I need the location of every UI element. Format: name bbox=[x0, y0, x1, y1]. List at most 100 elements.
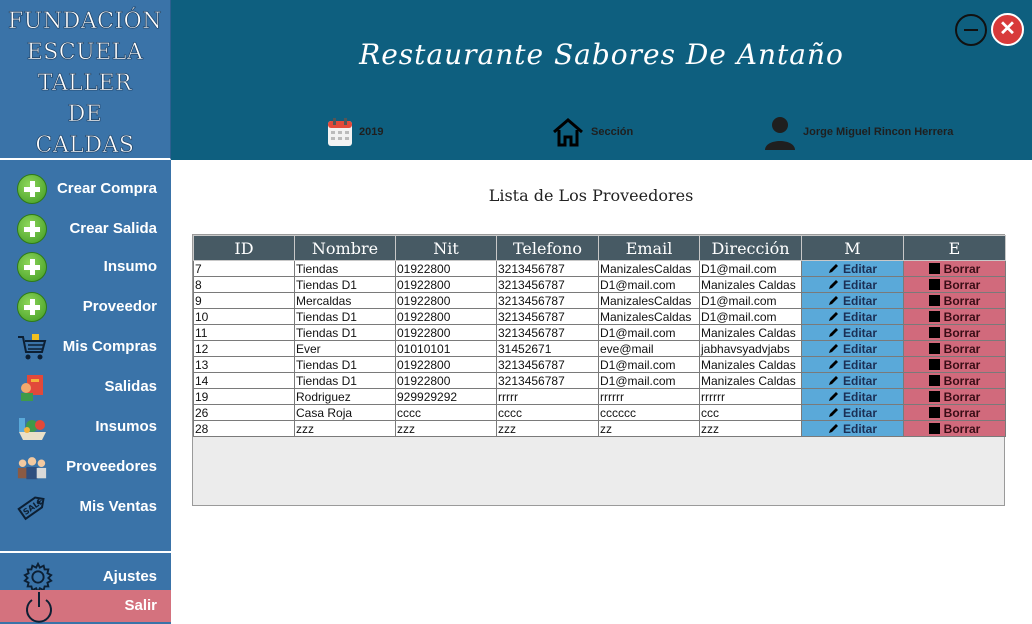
edit-button[interactable]: Editar bbox=[801, 308, 904, 325]
cell-email: eve@mail bbox=[598, 340, 700, 357]
delete-button[interactable]: Borrar bbox=[903, 356, 1006, 373]
edit-label: Editar bbox=[842, 277, 877, 292]
table-row[interactable]: 14 Tiendas D1 01922800 3213456787 D1@mail.co… bbox=[193, 372, 1006, 389]
table-row[interactable]: 7 Tiendas 01922800 3213456787 ManizalesCalda… bbox=[193, 260, 1006, 277]
edit-button[interactable]: Editar bbox=[801, 372, 904, 389]
sidebar-item-label: Proveedores bbox=[66, 458, 157, 475]
cell-nombre: Tiendas D1 bbox=[294, 308, 396, 325]
edit-label: Editar bbox=[842, 373, 877, 388]
edit-button[interactable]: Editar bbox=[801, 356, 904, 373]
pencil-icon bbox=[828, 343, 838, 353]
delete-button[interactable]: Borrar bbox=[903, 404, 1006, 421]
plus-circle-icon bbox=[16, 174, 48, 204]
column-header-modify[interactable]: M bbox=[801, 235, 904, 261]
edit-button[interactable]: Editar bbox=[801, 292, 904, 309]
cell-nombre: Tiendas D1 bbox=[294, 356, 396, 373]
cell-nit: 01922800 bbox=[395, 372, 497, 389]
cell-nit: zzz bbox=[395, 420, 497, 437]
column-header-direccion[interactable]: Dirección bbox=[699, 235, 802, 261]
sidebar-item-mis-compras[interactable]: Mis Compras bbox=[0, 327, 171, 367]
square-icon bbox=[928, 278, 940, 290]
cell-id: 26 bbox=[193, 404, 295, 421]
edit-button[interactable]: Editar bbox=[801, 404, 904, 421]
pencil-icon bbox=[828, 391, 838, 401]
cell-direccion: Manizales Caldas bbox=[699, 372, 802, 389]
table-row[interactable]: 26 Casa Roja cccc cccc cccccc ccc Editar Borrar bbox=[193, 404, 1006, 421]
table-row[interactable]: 13 Tiendas D1 01922800 3213456787 D1@mail.co… bbox=[193, 356, 1006, 373]
close-icon: ✕ bbox=[999, 18, 1016, 40]
header: Restaurante Sabores De Antaño ✕ 2019 Sec… bbox=[171, 0, 1032, 160]
sidebar-item-proveedor[interactable]: Proveedor bbox=[0, 287, 171, 327]
column-header-id[interactable]: ID bbox=[193, 235, 295, 261]
power-icon bbox=[22, 590, 56, 624]
column-header-nit[interactable]: Nit bbox=[395, 235, 497, 261]
edit-label: Editar bbox=[842, 293, 877, 308]
sidebar-item-mis-ventas[interactable]: SALE Mis Ventas bbox=[0, 487, 171, 527]
column-header-nombre[interactable]: Nombre bbox=[294, 235, 396, 261]
suppliers-table-container: ID Nombre Nit Telefono Email Dirección M… bbox=[192, 234, 1006, 506]
cell-email: ManizalesCaldas bbox=[598, 260, 700, 277]
sidebar-item-label: Crear Compra bbox=[56, 180, 157, 197]
cell-nit: 01922800 bbox=[395, 308, 497, 325]
minimize-button[interactable] bbox=[955, 14, 987, 46]
delete-button[interactable]: Borrar bbox=[903, 324, 1006, 341]
square-icon bbox=[928, 262, 940, 274]
cell-nombre: Tiendas D1 bbox=[294, 276, 396, 293]
sidebar-item-salidas[interactable]: Salidas bbox=[0, 367, 171, 407]
delete-button[interactable]: Borrar bbox=[903, 276, 1006, 293]
column-header-email[interactable]: Email bbox=[598, 235, 700, 261]
table-row[interactable]: 19 Rodriguez 929929292 rrrrr rrrrrr rrrrrr Edi… bbox=[193, 388, 1006, 405]
cell-direccion: D1@mail.com bbox=[699, 260, 802, 277]
cell-id: 8 bbox=[193, 276, 295, 293]
sidebar-item-label: Mis Ventas bbox=[79, 498, 157, 515]
delete-label: Borrar bbox=[943, 357, 981, 372]
delete-button[interactable]: Borrar bbox=[903, 292, 1006, 309]
square-icon bbox=[928, 422, 940, 434]
sidebar-item-proveedores[interactable]: Proveedores bbox=[0, 447, 171, 487]
table-row[interactable]: 28 zzz zzz zzz zz zzz Editar Borrar bbox=[193, 420, 1006, 437]
edit-label: Editar bbox=[842, 325, 877, 340]
cell-telefono: 3213456787 bbox=[496, 324, 599, 341]
brand-line: DE bbox=[67, 102, 103, 128]
calendar-icon bbox=[328, 118, 352, 146]
cell-telefono: cccc bbox=[496, 404, 599, 421]
square-icon bbox=[928, 358, 940, 370]
table-row[interactable]: 11 Tiendas D1 01922800 3213456787 D1@mail.co… bbox=[193, 324, 1006, 341]
table-row[interactable]: 9 Mercaldas 01922800 3213456787 ManizalesCal… bbox=[193, 292, 1006, 309]
edit-label: Editar bbox=[842, 341, 877, 356]
delete-button[interactable]: Borrar bbox=[903, 260, 1006, 277]
edit-label: Editar bbox=[842, 261, 877, 276]
column-header-telefono[interactable]: Telefono bbox=[496, 235, 599, 261]
brand-line: FUNDACIÓN bbox=[8, 9, 162, 35]
sidebar-item-crear-compra[interactable]: Crear Compra bbox=[0, 169, 171, 209]
edit-button[interactable]: Editar bbox=[801, 324, 904, 341]
delete-button[interactable]: Borrar bbox=[903, 388, 1006, 405]
delete-button[interactable]: Borrar bbox=[903, 340, 1006, 357]
cell-nit: 01922800 bbox=[395, 292, 497, 309]
edit-button[interactable]: Editar bbox=[801, 388, 904, 405]
edit-button[interactable]: Editar bbox=[801, 340, 904, 357]
plus-circle-icon bbox=[16, 214, 48, 244]
sidebar-item-crear-salida[interactable]: Crear Salida bbox=[0, 209, 171, 249]
plus-circle-icon bbox=[16, 292, 48, 322]
column-header-delete[interactable]: E bbox=[903, 235, 1006, 261]
delete-button[interactable]: Borrar bbox=[903, 372, 1006, 389]
sidebar-item-insumos[interactable]: Insumos bbox=[0, 407, 171, 447]
table-row[interactable]: 10 Tiendas D1 01922800 3213456787 ManizalesC… bbox=[193, 308, 1006, 325]
cell-nit: 929929292 bbox=[395, 388, 497, 405]
close-button[interactable]: ✕ bbox=[991, 13, 1024, 46]
delete-button[interactable]: Borrar bbox=[903, 420, 1006, 437]
logout-button[interactable]: Salir bbox=[0, 590, 171, 624]
delete-button[interactable]: Borrar bbox=[903, 308, 1006, 325]
table-row[interactable]: 12 Ever 01010101 31452671 eve@mail jabhavsyad… bbox=[193, 340, 1006, 357]
sidebar-item-insumo[interactable]: Insumo bbox=[0, 247, 171, 287]
delete-label: Borrar bbox=[943, 309, 981, 324]
logout-label: Salir bbox=[124, 597, 157, 614]
table-row[interactable]: 8 Tiendas D1 01922800 3213456787 D1@mail.com… bbox=[193, 276, 1006, 293]
edit-button[interactable]: Editar bbox=[801, 276, 904, 293]
square-icon bbox=[928, 326, 940, 338]
edit-button[interactable]: Editar bbox=[801, 420, 904, 437]
edit-button[interactable]: Editar bbox=[801, 260, 904, 277]
square-icon bbox=[928, 294, 940, 306]
cell-nit: 01010101 bbox=[395, 340, 497, 357]
